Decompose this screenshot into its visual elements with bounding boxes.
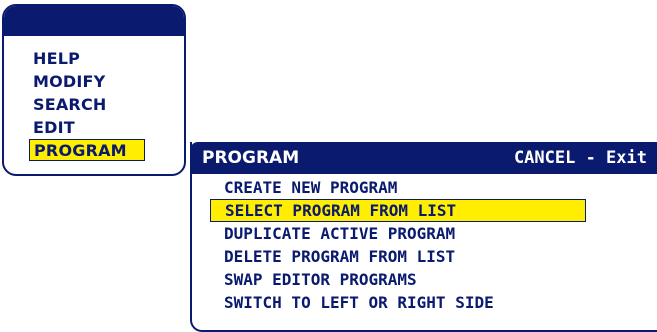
- submenu-item-create-new-program[interactable]: CREATE NEW PROGRAM: [210, 176, 586, 199]
- menu-item-program[interactable]: PROGRAM: [29, 139, 145, 161]
- submenu-item-switch-side[interactable]: SWITCH TO LEFT OR RIGHT SIDE: [210, 291, 586, 314]
- submenu-item-duplicate-active-program[interactable]: DUPLICATE ACTIVE PROGRAM: [210, 222, 586, 245]
- submenu-item-delete-program-from-list[interactable]: DELETE PROGRAM FROM LIST: [210, 245, 586, 268]
- menu-item-edit[interactable]: EDIT: [29, 116, 145, 139]
- main-menu-list: HELP MODIFY SEARCH EDIT PROGRAM: [29, 47, 145, 161]
- main-menu-title-bar: [4, 6, 184, 36]
- submenu-item-swap-editor-programs[interactable]: SWAP EDITOR PROGRAMS: [210, 268, 586, 291]
- menu-item-search[interactable]: SEARCH: [29, 93, 145, 116]
- submenu-list: CREATE NEW PROGRAM SELECT PROGRAM FROM L…: [210, 176, 586, 314]
- menu-item-modify[interactable]: MODIFY: [29, 70, 145, 93]
- submenu-item-select-program-from-list[interactable]: SELECT PROGRAM FROM LIST: [210, 199, 586, 222]
- main-menu-panel: HELP MODIFY SEARCH EDIT PROGRAM: [2, 4, 186, 176]
- submenu-header: PROGRAM CANCEL - Exit: [190, 142, 657, 174]
- menu-item-help[interactable]: HELP: [29, 47, 145, 70]
- cancel-exit-hint[interactable]: CANCEL - Exit: [514, 142, 647, 174]
- submenu-title: PROGRAM: [202, 148, 300, 168]
- program-submenu-panel: PROGRAM CANCEL - Exit CREATE NEW PROGRAM…: [190, 142, 657, 332]
